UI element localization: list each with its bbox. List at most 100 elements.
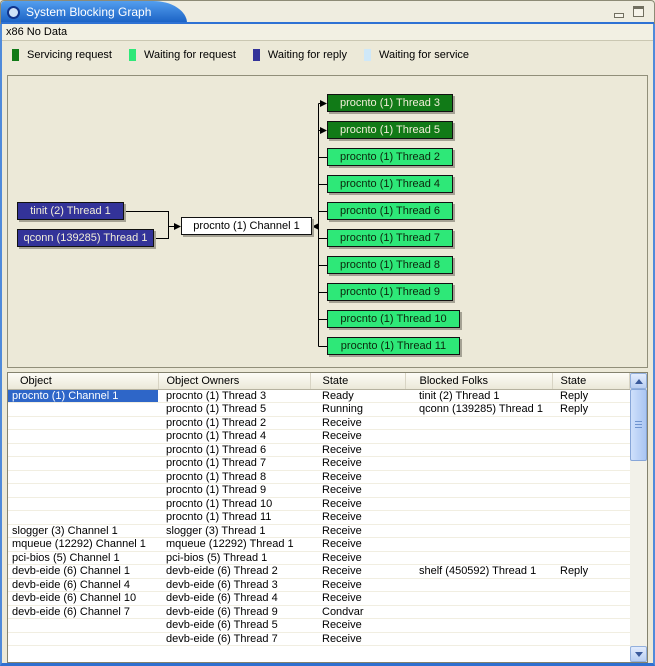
cell-owner[interactable]: procnto (1) Thread 11	[158, 511, 310, 525]
cell-object[interactable]: devb-eide (6) Channel 1	[8, 565, 158, 579]
scrollbar-thumb[interactable]	[630, 389, 647, 461]
table-row[interactable]: procnto (1) Thread 8Receive	[8, 470, 630, 484]
cell-blocked-state[interactable]	[552, 443, 630, 457]
cell-state[interactable]: Receive	[310, 538, 405, 552]
scroll-up-button[interactable]	[630, 373, 647, 389]
cell-blocked[interactable]: qconn (139285) Thread 1	[405, 403, 552, 417]
cell-object[interactable]: slogger (3) Channel 1	[8, 524, 158, 538]
cell-owner[interactable]: procnto (1) Thread 10	[158, 497, 310, 511]
cell-blocked-state[interactable]	[552, 484, 630, 498]
cell-blocked[interactable]	[405, 578, 552, 592]
cell-blocked-state[interactable]	[552, 551, 630, 565]
graph-node-thread-11[interactable]: procnto (1) Thread 11	[327, 337, 460, 355]
table-row[interactable]: devb-eide (6) Channel 1devb-eide (6) Thr…	[8, 565, 630, 579]
cell-blocked-state[interactable]	[552, 592, 630, 606]
cell-blocked[interactable]	[405, 470, 552, 484]
cell-state[interactable]: Receive	[310, 565, 405, 579]
table-row[interactable]: devb-eide (6) Thread 5Receive	[8, 619, 630, 633]
cell-object[interactable]: devb-eide (6) Channel 4	[8, 578, 158, 592]
table-row[interactable]: mqueue (12292) Channel 1mqueue (12292) T…	[8, 538, 630, 552]
cell-blocked-state[interactable]: Reply	[552, 403, 630, 417]
cell-owner[interactable]: procnto (1) Thread 9	[158, 484, 310, 498]
cell-blocked[interactable]	[405, 592, 552, 606]
graph-node-thread-10[interactable]: procnto (1) Thread 10	[327, 310, 460, 328]
graph-node-thread-2[interactable]: procnto (1) Thread 2	[327, 148, 453, 166]
table-row[interactable]: procnto (1) Channel 1procnto (1) Thread …	[8, 389, 630, 403]
table-row[interactable]: procnto (1) Thread 2Receive	[8, 416, 630, 430]
cell-object[interactable]: devb-eide (6) Channel 7	[8, 605, 158, 619]
cell-state[interactable]: Receive	[310, 511, 405, 525]
cell-blocked[interactable]	[405, 497, 552, 511]
cell-object[interactable]: mqueue (12292) Channel 1	[8, 538, 158, 552]
cell-state[interactable]: Receive	[310, 632, 405, 646]
column-header-blocked-folks[interactable]: Blocked Folks	[405, 373, 552, 389]
cell-state[interactable]: Running	[310, 403, 405, 417]
table-row[interactable]: procnto (1) Thread 7Receive	[8, 457, 630, 471]
table-row[interactable]: procnto (1) Thread 11Receive	[8, 511, 630, 525]
cell-blocked[interactable]	[405, 416, 552, 430]
column-header-state[interactable]: State	[310, 373, 405, 389]
table-vertical-scrollbar[interactable]	[630, 373, 647, 662]
cell-state[interactable]: Receive	[310, 443, 405, 457]
cell-owner[interactable]: procnto (1) Thread 8	[158, 470, 310, 484]
table-row[interactable]: procnto (1) Thread 6Receive	[8, 443, 630, 457]
cell-owner[interactable]: slogger (3) Thread 1	[158, 524, 310, 538]
table-row[interactable]: procnto (1) Thread 5Runningqconn (139285…	[8, 403, 630, 417]
cell-object[interactable]	[8, 632, 158, 646]
cell-owner[interactable]: devb-eide (6) Thread 4	[158, 592, 310, 606]
cell-state[interactable]: Receive	[310, 457, 405, 471]
graph-node-tinit[interactable]: tinit (2) Thread 1	[17, 202, 124, 220]
cell-blocked-state[interactable]	[552, 511, 630, 525]
table-row[interactable]: devb-eide (6) Thread 7Receive	[8, 632, 630, 646]
column-header-object[interactable]: Object	[8, 373, 158, 389]
graph-node-thread-5[interactable]: procnto (1) Thread 5	[327, 121, 453, 139]
cell-state[interactable]: Condvar	[310, 605, 405, 619]
table-row[interactable]: procnto (1) Thread 4Receive	[8, 430, 630, 444]
cell-owner[interactable]: devb-eide (6) Thread 5	[158, 619, 310, 633]
cell-blocked[interactable]	[405, 457, 552, 471]
cell-blocked[interactable]	[405, 524, 552, 538]
cell-state[interactable]: Receive	[310, 497, 405, 511]
graph-node-thread-7[interactable]: procnto (1) Thread 7	[327, 229, 453, 247]
cell-object[interactable]	[8, 470, 158, 484]
cell-state[interactable]: Receive	[310, 592, 405, 606]
cell-blocked[interactable]	[405, 443, 552, 457]
cell-state[interactable]: Receive	[310, 430, 405, 444]
cell-state[interactable]: Receive	[310, 524, 405, 538]
cell-state[interactable]: Receive	[310, 470, 405, 484]
cell-owner[interactable]: procnto (1) Thread 2	[158, 416, 310, 430]
cell-blocked-state[interactable]	[552, 497, 630, 511]
graph-node-thread-4[interactable]: procnto (1) Thread 4	[327, 175, 453, 193]
cell-object[interactable]	[8, 484, 158, 498]
cell-blocked[interactable]	[405, 605, 552, 619]
cell-blocked[interactable]	[405, 538, 552, 552]
cell-blocked-state[interactable]	[552, 578, 630, 592]
cell-state[interactable]: Receive	[310, 484, 405, 498]
cell-blocked[interactable]: tinit (2) Thread 1	[405, 389, 552, 403]
cell-blocked[interactable]	[405, 551, 552, 565]
cell-object[interactable]	[8, 403, 158, 417]
cell-blocked[interactable]	[405, 484, 552, 498]
column-header-object-owners[interactable]: Object Owners	[158, 373, 310, 389]
cell-blocked-state[interactable]	[552, 538, 630, 552]
scroll-down-button[interactable]	[630, 646, 647, 662]
minimize-icon[interactable]	[614, 13, 624, 18]
cell-owner[interactable]: procnto (1) Thread 6	[158, 443, 310, 457]
cell-owner[interactable]: procnto (1) Thread 5	[158, 403, 310, 417]
cell-blocked-state[interactable]	[552, 619, 630, 633]
cell-object-selected[interactable]: procnto (1) Channel 1	[8, 389, 158, 403]
cell-owner[interactable]: procnto (1) Thread 3	[158, 389, 310, 403]
scrollbar-track[interactable]	[630, 389, 647, 646]
table-row[interactable]: procnto (1) Thread 10Receive	[8, 497, 630, 511]
cell-blocked-state[interactable]	[552, 430, 630, 444]
cell-object[interactable]: pci-bios (5) Channel 1	[8, 551, 158, 565]
cell-owner[interactable]: devb-eide (6) Thread 2	[158, 565, 310, 579]
graph-node-thread-9[interactable]: procnto (1) Thread 9	[327, 283, 453, 301]
cell-owner[interactable]: procnto (1) Thread 4	[158, 430, 310, 444]
cell-owner[interactable]: devb-eide (6) Thread 3	[158, 578, 310, 592]
cell-object[interactable]	[8, 497, 158, 511]
cell-blocked[interactable]: shelf (450592) Thread 1	[405, 565, 552, 579]
cell-object[interactable]	[8, 457, 158, 471]
cell-state[interactable]: Receive	[310, 416, 405, 430]
cell-blocked-state[interactable]	[552, 416, 630, 430]
